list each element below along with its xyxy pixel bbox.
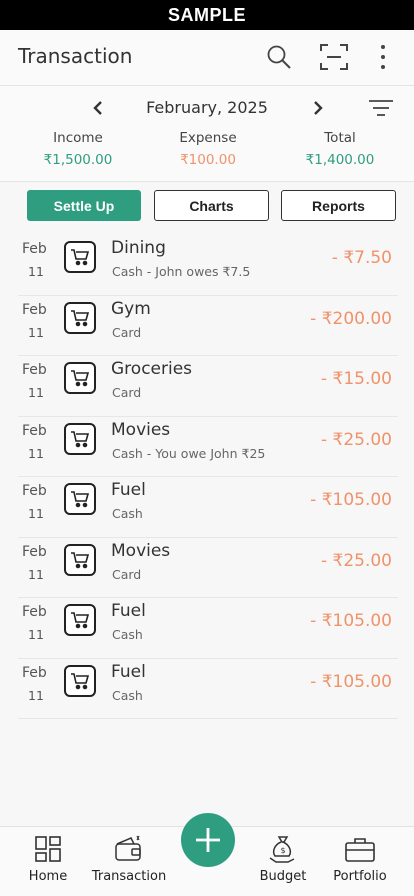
transaction-row[interactable]: Feb 11 Gym Card - ₹200.00 xyxy=(18,296,398,356)
chevron-right-icon[interactable] xyxy=(306,96,330,120)
expense-summary: Expense ₹100.00 xyxy=(139,130,277,168)
expense-value: ₹100.00 xyxy=(180,152,236,168)
transaction-amount: - ₹105.00 xyxy=(310,490,392,510)
date-day: 11 xyxy=(28,506,44,521)
transaction-amount: - ₹200.00 xyxy=(310,308,392,329)
nav-home-label: Home xyxy=(28,869,68,884)
transaction-amount: - ₹25.00 xyxy=(320,429,392,450)
filter-icon[interactable] xyxy=(366,96,396,120)
income-label: Income xyxy=(53,130,103,146)
transaction-name: Movies xyxy=(111,419,171,440)
transaction-row[interactable]: Feb 11 Movies Card - ₹25.00 xyxy=(18,538,398,598)
cart-icon xyxy=(64,362,96,394)
transaction-detail: Cash xyxy=(112,627,143,642)
svg-text:$: $ xyxy=(280,846,285,855)
transaction-amount: - ₹15.00 xyxy=(320,369,392,389)
more-vertical-icon[interactable] xyxy=(368,42,398,72)
date-day: 11 xyxy=(28,627,44,642)
nav-home[interactable]: Home xyxy=(3,833,93,884)
transaction-detail: Cash xyxy=(112,506,143,521)
app-bar: Transaction xyxy=(0,30,414,86)
transaction-list: Feb 11 Dining Cash - John owes ₹7.5 - ₹7… xyxy=(18,235,398,719)
date-day: 11 xyxy=(28,385,44,400)
cart-icon xyxy=(64,422,96,455)
transaction-amount: - ₹7.50 xyxy=(331,248,392,268)
month-summary: February, 2025 Income ₹1,500.00 Expense … xyxy=(0,86,414,182)
plus-icon xyxy=(196,828,220,852)
date-day: 11 xyxy=(28,445,44,461)
cart-icon xyxy=(64,483,96,515)
transaction-detail: Cash - You owe John ₹25 xyxy=(112,445,266,461)
briefcase-icon xyxy=(315,833,405,865)
income-value: ₹1,500.00 xyxy=(43,152,113,168)
total-value: ₹1,400.00 xyxy=(305,152,375,168)
action-tabs: Settle Up Charts Reports xyxy=(0,182,414,234)
reports-button[interactable]: Reports xyxy=(281,190,396,221)
settle-up-button[interactable]: Settle Up xyxy=(27,190,141,221)
date-day: 11 xyxy=(28,324,44,340)
date-day: 11 xyxy=(28,687,44,703)
total-summary: Total ₹1,400.00 xyxy=(271,130,409,168)
expense-label: Expense xyxy=(179,130,237,146)
transaction-name: Fuel xyxy=(111,480,146,500)
bottom-nav: Home Transaction $ Budget Portfolio xyxy=(0,813,414,896)
transaction-detail: Card xyxy=(112,566,142,582)
date-month: Feb xyxy=(22,543,47,560)
page-title: Transaction xyxy=(18,44,133,68)
transaction-row[interactable]: Feb 11 Dining Cash - John owes ₹7.5 - ₹7… xyxy=(18,235,398,296)
income-summary: Income ₹1,500.00 xyxy=(9,130,147,168)
transaction-name: Dining xyxy=(111,238,166,258)
transaction-detail: Cash xyxy=(112,687,143,703)
current-month: February, 2025 xyxy=(146,98,268,117)
watermark-banner: SAMPLE xyxy=(0,0,414,30)
cart-icon xyxy=(64,604,96,636)
wallet-icon xyxy=(84,833,174,865)
grid-icon xyxy=(3,833,93,865)
total-label: Total xyxy=(324,130,356,146)
transaction-row[interactable]: Feb 11 Fuel Cash - ₹105.00 xyxy=(18,477,398,538)
date-month: Feb xyxy=(22,664,47,681)
date-month: Feb xyxy=(22,241,47,257)
transaction-row[interactable]: Feb 11 Fuel Cash - ₹105.00 xyxy=(18,598,398,659)
cart-icon xyxy=(64,301,96,334)
date-day: 11 xyxy=(28,264,44,279)
date-day: 11 xyxy=(28,566,44,582)
search-icon[interactable] xyxy=(264,42,294,72)
add-transaction-button[interactable] xyxy=(181,813,235,867)
transaction-detail: Cash - John owes ₹7.5 xyxy=(112,264,251,279)
nav-transaction[interactable]: Transaction xyxy=(84,833,174,884)
transaction-amount: - ₹105.00 xyxy=(310,671,392,692)
nav-portfolio[interactable]: Portfolio xyxy=(315,833,405,884)
transaction-name: Gym xyxy=(111,298,151,319)
cart-icon xyxy=(64,543,96,576)
date-month: Feb xyxy=(22,604,47,620)
transaction-row[interactable]: Feb 11 Fuel Cash - ₹105.00 xyxy=(18,659,398,719)
cart-icon xyxy=(64,241,96,273)
transaction-row[interactable]: Feb 11 Movies Cash - You owe John ₹25 - … xyxy=(18,417,398,477)
transaction-name: Fuel xyxy=(111,601,146,621)
transaction-name: Groceries xyxy=(111,359,193,379)
date-month: Feb xyxy=(22,362,47,378)
transaction-name: Movies xyxy=(111,540,171,561)
transaction-detail: Card xyxy=(112,385,142,400)
charts-button[interactable]: Charts xyxy=(154,190,269,221)
date-month: Feb xyxy=(22,483,47,499)
date-month: Feb xyxy=(22,301,47,318)
scan-icon[interactable] xyxy=(319,42,349,72)
nav-portfolio-label: Portfolio xyxy=(333,869,387,884)
transaction-detail: Card xyxy=(112,324,142,340)
date-month: Feb xyxy=(22,422,47,439)
cart-icon xyxy=(64,664,96,697)
nav-transaction-label: Transaction xyxy=(91,869,167,884)
transaction-amount: - ₹25.00 xyxy=(320,550,392,571)
transaction-name: Fuel xyxy=(111,661,146,682)
transaction-row[interactable]: Feb 11 Groceries Card - ₹15.00 xyxy=(18,356,398,417)
transaction-amount: - ₹105.00 xyxy=(310,611,392,631)
